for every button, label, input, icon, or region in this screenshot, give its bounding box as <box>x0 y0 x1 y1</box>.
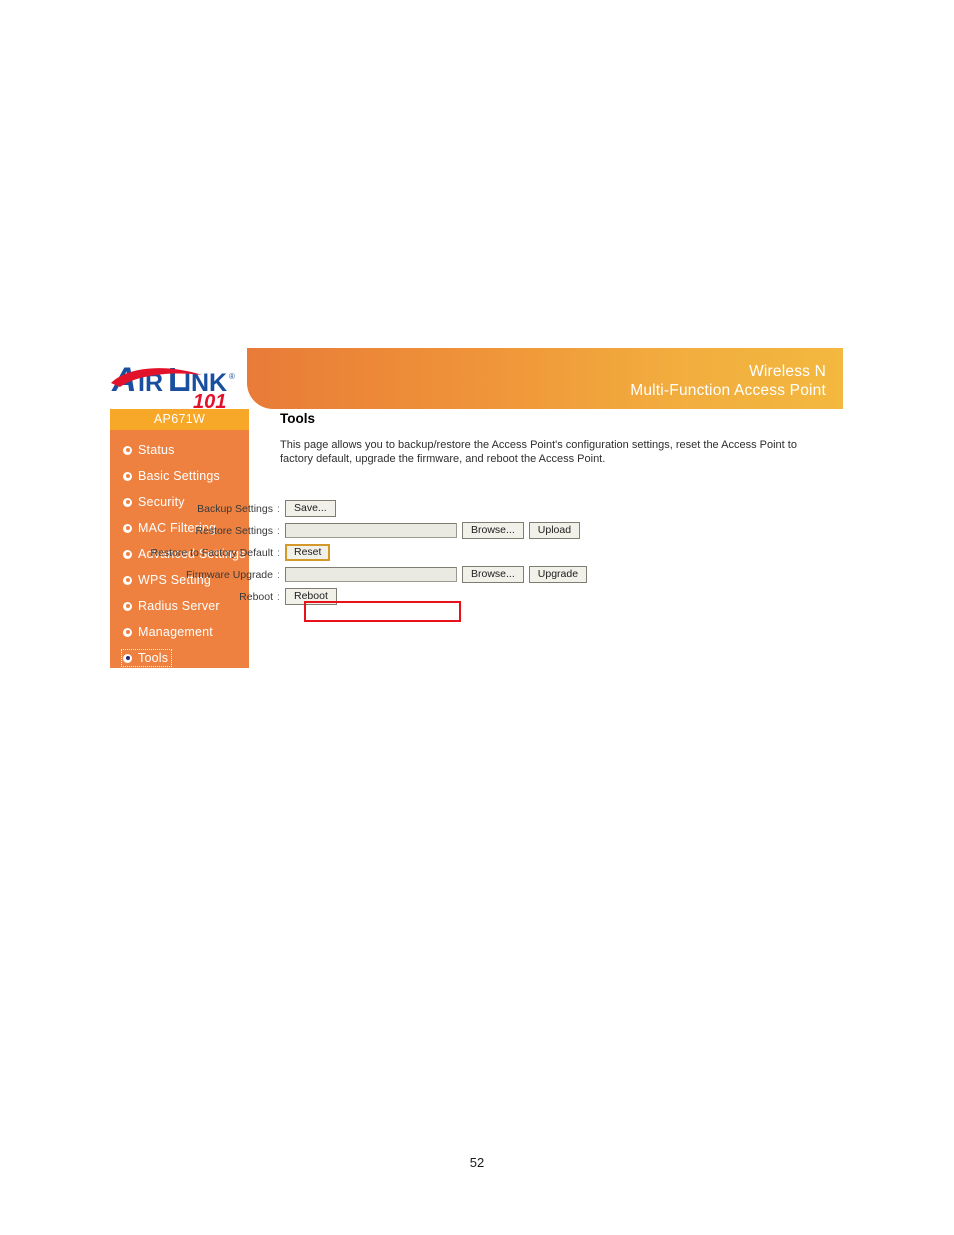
row-label: Restore Settings <box>195 524 273 537</box>
row-reboot: Reboot : Reboot <box>140 586 660 607</box>
sidebar-item-label: Basic Settings <box>138 469 221 483</box>
row-firmware-upgrade: Firmware Upgrade : Browse... Upgrade <box>140 564 660 585</box>
page-banner: Wireless N Multi-Function Access Point <box>247 348 843 409</box>
document-page: A IR L INK ® 101 Wireless N Multi-Functi… <box>0 0 954 1235</box>
row-colon: : <box>277 502 280 515</box>
factory-reset-button[interactable]: Reset <box>285 544 331 561</box>
row-label: Backup Settings <box>197 502 273 515</box>
row-label: Restore to Factory Default <box>150 546 273 559</box>
page-number: 52 <box>469 1155 485 1170</box>
bullet-icon <box>123 575 132 585</box>
bullet-icon <box>123 627 132 637</box>
logo-graphic: A IR L INK ® 101 <box>111 361 235 411</box>
airlink-101-logo: A IR L INK ® 101 <box>110 353 247 411</box>
restore-settings-file-input[interactable] <box>285 523 457 538</box>
reboot-button[interactable]: Reboot <box>285 588 337 605</box>
bullet-icon <box>123 445 132 455</box>
svg-text:®: ® <box>229 372 235 381</box>
row-label: Firmware Upgrade <box>186 568 273 581</box>
firmware-upgrade-button[interactable]: Upgrade <box>528 566 588 583</box>
sidebar-device-model: AP671W <box>110 409 249 430</box>
banner-title: Wireless N Multi-Function Access Point <box>630 362 826 400</box>
router-web-ui: A IR L INK ® 101 Wireless N Multi-Functi… <box>110 348 843 668</box>
sidebar-item-label: Management <box>138 625 213 639</box>
row-restore-factory-default: Restore to Factory Default : Reset <box>140 542 660 563</box>
bullet-icon <box>123 471 132 481</box>
sidebar-item-tools[interactable]: Tools <box>110 645 249 671</box>
row-restore-settings: Restore Settings : Browse... Upload <box>140 520 660 541</box>
banner-line-1: Wireless N <box>749 363 826 380</box>
firmware-file-input[interactable] <box>285 567 457 582</box>
row-backup-settings: Backup Settings : Save... <box>140 498 660 519</box>
sidebar-item-status[interactable]: Status <box>110 437 249 463</box>
sidebar-item-management[interactable]: Management <box>110 619 249 645</box>
bullet-icon <box>123 497 132 507</box>
page-title: Tools <box>280 411 315 426</box>
sidebar-item-label: Status <box>138 443 175 457</box>
banner-line-2: Multi-Function Access Point <box>630 382 826 399</box>
row-colon: : <box>277 568 280 581</box>
sidebar-item-basic-settings[interactable]: Basic Settings <box>110 463 249 489</box>
row-colon: : <box>277 590 280 603</box>
firmware-browse-button[interactable]: Browse... <box>462 566 524 583</box>
backup-save-button[interactable]: Save... <box>285 500 336 517</box>
bullet-icon <box>123 549 132 559</box>
bullet-icon <box>123 653 132 663</box>
sidebar-item-label: Tools <box>138 651 169 665</box>
svg-text:101: 101 <box>193 391 226 411</box>
row-colon: : <box>277 546 280 559</box>
row-colon: : <box>277 524 280 537</box>
bullet-icon <box>123 601 132 611</box>
page-description: This page allows you to backup/restore t… <box>280 439 797 465</box>
bullet-icon <box>123 523 132 533</box>
tools-form: Backup Settings : Save... Restore Settin… <box>140 498 660 608</box>
row-label: Reboot <box>239 590 273 603</box>
restore-browse-button[interactable]: Browse... <box>462 522 524 539</box>
restore-upload-button[interactable]: Upload <box>528 522 581 539</box>
main-content: Tools This page allows you to backup/res… <box>280 411 843 466</box>
